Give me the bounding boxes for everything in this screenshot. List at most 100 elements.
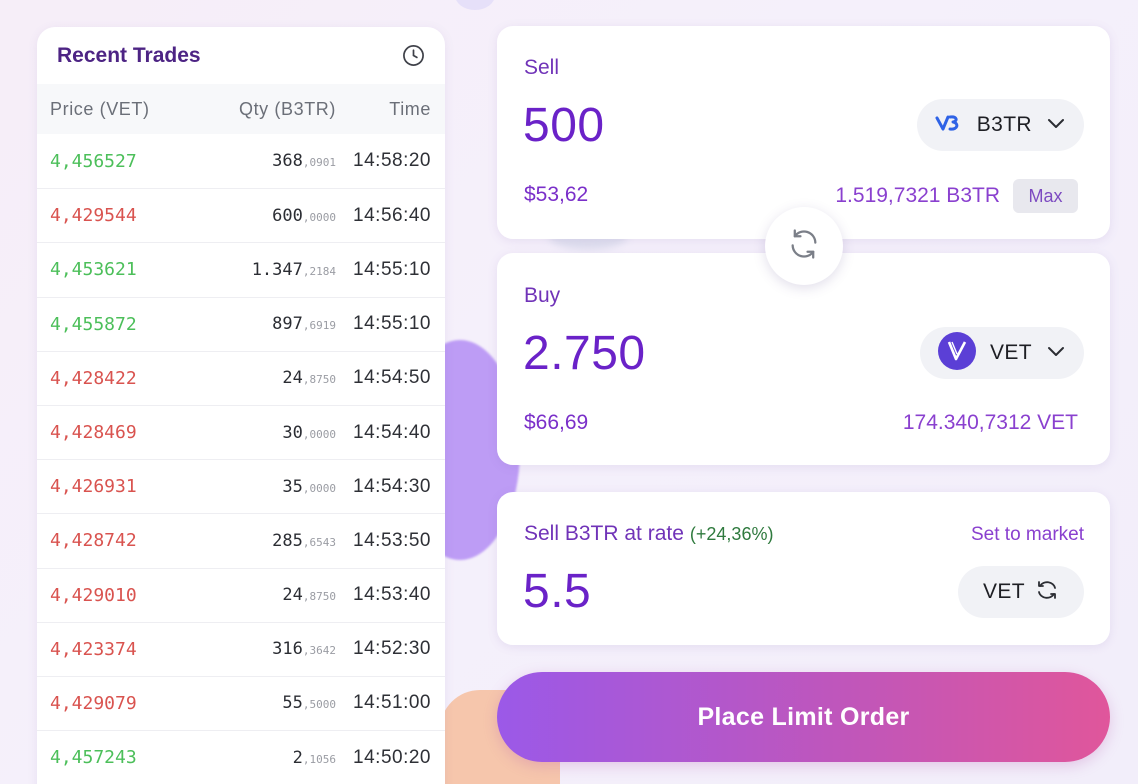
column-header-price: Price (VET) [50,98,150,119]
trade-qty: 1.347,2184 [200,260,336,280]
trade-price: 4,428422 [50,367,137,389]
rate-label-row: Sell B3TR at rate (+24,36%) [524,522,773,546]
trade-qty: 285,6543 [200,531,336,551]
trade-row: 4,428422 24,8750 14:54:50 [37,350,445,405]
trade-price: 4,455872 [50,313,137,335]
trade-time: 14:53:40 [353,584,431,606]
sell-balance[interactable]: 1.519,7321 B3TR [835,184,1000,208]
rate-value-input[interactable]: 5.5 [523,564,591,619]
max-button[interactable]: Max [1013,179,1078,213]
trade-row: 4,428742 285,6543 14:53:50 [37,513,445,567]
vet-logo-icon [937,331,976,375]
buy-token-selector[interactable]: VET [919,327,1084,379]
trade-time: 14:54:40 [353,421,431,443]
trade-qty-integer: 55 [282,693,303,714]
trades-list: 4,456527 368,0901 14:58:20 4,429544 600,0000… [37,134,445,784]
trade-qty-decimals: ,0000 [302,210,336,224]
trade-qty-decimals: ,0000 [302,481,336,495]
background-decoration [455,0,495,10]
chevron-down-icon [1046,344,1066,363]
column-header-time: Time [389,98,431,119]
sell-usd-value: $53,62 [524,183,589,206]
trade-qty-integer: 24 [282,585,303,606]
trade-qty-integer: 600 [272,205,303,226]
trade-row: 4,456527 368,0901 14:58:20 [37,134,445,188]
trade-qty: 35,0000 [200,477,336,497]
column-header-qty: Qty (B3TR) [238,98,336,119]
b3tr-logo-icon [935,112,963,139]
trade-row: 4,423374 316,3642 14:52:30 [37,621,445,676]
buy-token-name: VET [989,341,1032,364]
invert-rate-icon [1035,579,1059,606]
trade-price: 4,429010 [50,584,137,606]
trade-time: 14:55:10 [353,258,431,280]
rate-unit-token: VET [982,580,1026,603]
trade-time: 14:58:20 [353,150,431,172]
trade-qty: 24,8750 [200,585,336,605]
trade-qty-decimals: ,6919 [302,319,336,333]
place-limit-order-button[interactable]: Place Limit Order [497,672,1110,762]
rate-unit-toggle[interactable]: VET [958,566,1084,618]
trade-qty-decimals: ,5000 [302,698,336,712]
trade-qty: 24,8750 [200,368,336,388]
trade-qty: 600,0000 [200,206,336,226]
trade-row: 4,426931 35,0000 14:54:30 [37,459,445,513]
trade-row: 4,457243 2,1056 14:50:20 [37,730,445,784]
trade-qty: 2,1056 [200,748,336,768]
trade-row: 4,429079 55,5000 14:51:00 [37,675,445,730]
trade-qty-decimals: ,3642 [302,644,336,658]
recent-trades-title: Recent Trades [57,43,201,67]
trade-time: 14:52:30 [353,638,431,660]
trade-qty: 30,0000 [200,423,336,443]
trade-qty: 897,6919 [200,314,336,334]
trade-price: 4,428469 [50,422,137,444]
trade-price: 4,456527 [50,150,137,172]
trade-price: 4,428742 [50,530,137,552]
trade-time: 14:54:30 [353,475,431,497]
trade-price: 4,429079 [50,692,137,714]
limit-rate-card: Sell B3TR at rate (+24,36%) Set to market… [497,492,1110,645]
trade-qty-decimals: ,8750 [302,590,336,604]
set-to-market-link[interactable]: Set to market [971,524,1084,546]
trade-row: 4,429010 24,8750 14:53:40 [37,567,445,622]
trade-qty: 368,0901 [200,151,336,171]
trade-time: 14:55:10 [353,313,431,335]
trade-qty-integer: 368 [272,151,303,172]
buy-amount-input[interactable]: 2.750 [523,326,646,381]
trade-qty-integer: 2 [292,747,303,768]
trade-qty: 316,3642 [200,639,336,659]
trade-row: 4,429544 600,0000 14:56:40 [37,188,445,242]
trade-qty-decimals: ,8750 [302,373,336,387]
trade-time: 14:56:40 [353,204,431,226]
swap-arrows-icon [787,227,821,266]
trade-price: 4,426931 [50,476,137,498]
trade-time: 14:53:50 [353,529,431,551]
trade-qty-decimals: ,6543 [302,535,336,549]
recent-trades-header: Recent Trades [37,27,445,84]
buy-usd-value: $66,69 [524,411,589,434]
trade-time: 14:54:50 [353,367,431,389]
trade-price: 4,429544 [50,205,137,227]
clock-icon[interactable] [401,44,425,68]
trade-qty-integer: 24 [282,368,303,389]
trade-row: 4,455872 897,6919 14:55:10 [37,296,445,351]
trade-qty-integer: 316 [272,639,303,660]
trade-time: 14:50:20 [353,746,431,768]
trade-qty-decimals: ,1056 [302,752,336,766]
chevron-down-icon [1046,116,1066,135]
sell-amount-input[interactable]: 500 [523,98,605,153]
trade-row: 4,453621 1.347,2184 14:55:10 [37,242,445,296]
buy-label: Buy [524,284,561,307]
trades-column-headers: Price (VET) Qty (B3TR) Time [37,84,445,134]
buy-balance: 174.340,7312 VET [902,411,1078,434]
trade-qty-integer: 30 [282,422,303,443]
sell-token-selector[interactable]: B3TR [916,99,1084,151]
rate-label: Sell B3TR at rate [524,522,684,545]
trade-price: 4,453621 [50,259,137,281]
trade-qty-decimals: ,0000 [302,427,336,441]
sell-label: Sell [524,56,560,79]
trade-price: 4,423374 [50,638,137,660]
swap-direction-button[interactable] [765,207,843,285]
recent-trades-panel: Recent Trades Price (VET) Qty (B3TR) Tim… [37,27,445,784]
trade-time: 14:51:00 [353,692,431,714]
